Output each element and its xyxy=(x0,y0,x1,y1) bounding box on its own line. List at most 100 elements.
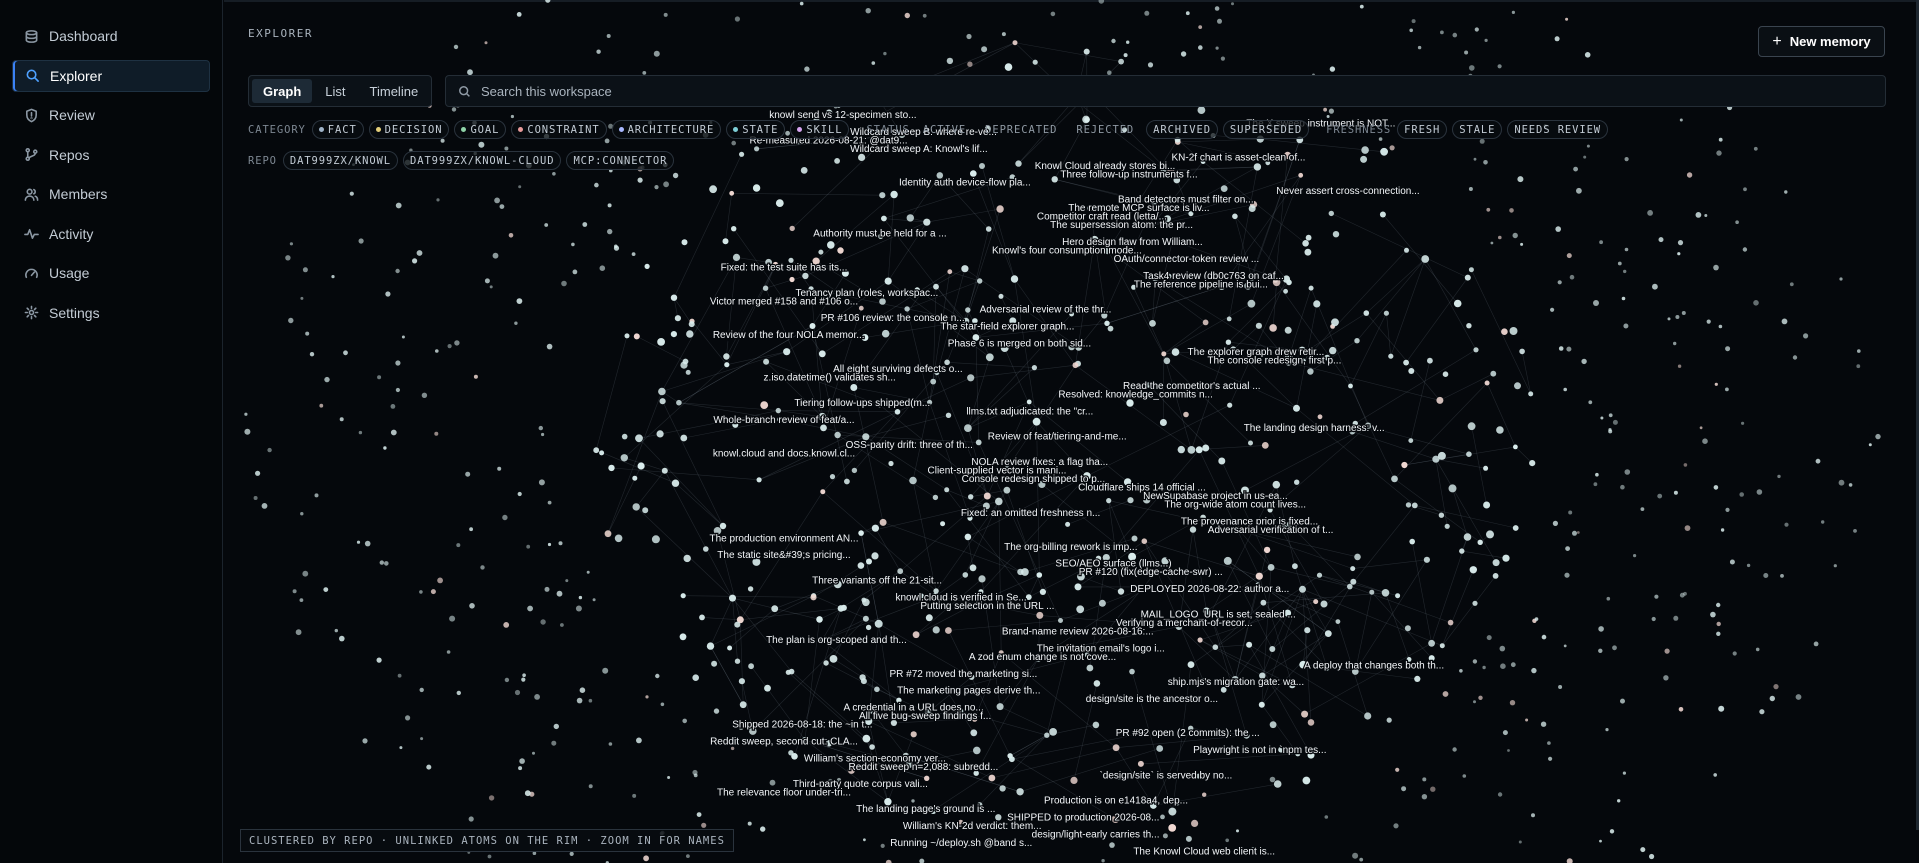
graph-node-label[interactable]: Authority must be held for a ... xyxy=(812,227,948,241)
graph-node[interactable] xyxy=(1513,444,1518,450)
graph-node[interactable] xyxy=(1583,155,1587,159)
graph-node[interactable] xyxy=(1588,400,1593,405)
graph-node[interactable] xyxy=(1220,185,1228,193)
graph-node[interactable] xyxy=(1517,176,1524,183)
graph-node[interactable] xyxy=(1572,530,1577,536)
graph-node[interactable] xyxy=(469,603,475,609)
graph-node[interactable] xyxy=(1442,371,1449,378)
graph-node-label[interactable]: All five bug-sweep findings f... xyxy=(858,710,993,724)
graph-node[interactable] xyxy=(602,667,609,674)
graph-node[interactable] xyxy=(1565,546,1570,551)
graph-node[interactable] xyxy=(754,146,760,152)
graph-node[interactable] xyxy=(658,387,666,396)
graph-node[interactable] xyxy=(1675,315,1680,319)
graph-node[interactable] xyxy=(1168,824,1177,832)
graph-node[interactable] xyxy=(683,554,691,563)
graph-node[interactable] xyxy=(1718,324,1723,329)
graph-node[interactable] xyxy=(1518,840,1522,844)
graph-node[interactable] xyxy=(659,398,666,405)
graph-node[interactable] xyxy=(1472,600,1478,606)
graph-node[interactable] xyxy=(1248,440,1253,446)
graph-node[interactable] xyxy=(682,718,687,724)
graph-node[interactable] xyxy=(607,203,612,208)
graph-node[interactable] xyxy=(871,552,879,560)
graph-node[interactable] xyxy=(255,470,261,476)
graph-node[interactable] xyxy=(1217,18,1222,24)
graph-node[interactable] xyxy=(1621,296,1626,301)
graph-node[interactable] xyxy=(1512,232,1518,239)
graph-node[interactable] xyxy=(1304,627,1311,634)
sidebar-item-usage[interactable]: Usage xyxy=(12,257,210,289)
graph-node[interactable] xyxy=(1421,255,1430,263)
graph-node[interactable] xyxy=(894,409,901,415)
graph-node[interactable] xyxy=(593,447,600,454)
graph-node[interactable] xyxy=(651,535,660,544)
graph-node[interactable] xyxy=(809,323,816,329)
graph-node[interactable] xyxy=(731,226,737,232)
graph-node[interactable] xyxy=(1307,368,1314,375)
graph-node-label[interactable]: Never assert cross-connection... xyxy=(1275,185,1421,199)
new-memory-button[interactable]: + New memory xyxy=(1758,26,1885,57)
graph-node[interactable] xyxy=(599,450,605,456)
graph-node-label[interactable]: The landing design harness: v... xyxy=(1242,422,1386,436)
graph-node[interactable] xyxy=(541,432,545,437)
graph-node[interactable] xyxy=(1361,146,1369,154)
graph-node[interactable] xyxy=(502,514,508,521)
status-chip-archived[interactable]: ARCHIVED xyxy=(1146,120,1218,139)
graph-node[interactable] xyxy=(358,238,364,244)
graph-node[interactable] xyxy=(1725,387,1729,392)
graph-node[interactable] xyxy=(469,527,473,532)
graph-node[interactable] xyxy=(1658,237,1664,243)
graph-node[interactable] xyxy=(390,429,397,436)
graph-node[interactable] xyxy=(674,315,681,322)
graph-node[interactable] xyxy=(547,500,552,505)
graph-node[interactable] xyxy=(1564,572,1570,578)
graph-node[interactable] xyxy=(636,737,642,744)
graph-node[interactable] xyxy=(632,475,638,481)
graph-node[interactable] xyxy=(930,378,937,385)
graph-node[interactable] xyxy=(395,268,400,274)
graph-node[interactable] xyxy=(1112,744,1120,752)
graph-node[interactable] xyxy=(1026,399,1032,405)
graph-node[interactable] xyxy=(1058,618,1063,623)
graph-node[interactable] xyxy=(1354,338,1360,344)
graph-node[interactable] xyxy=(1202,444,1210,452)
graph-node-label[interactable]: Reddit sweep n=2,088: subredd... xyxy=(847,761,999,775)
graph-node[interactable] xyxy=(1050,11,1056,17)
graph-node[interactable] xyxy=(1404,247,1409,253)
graph-node[interactable] xyxy=(660,702,665,707)
graph-node[interactable] xyxy=(747,821,752,826)
graph-node[interactable] xyxy=(624,333,630,339)
graph-node[interactable] xyxy=(349,191,354,196)
graph-node[interactable] xyxy=(1741,421,1745,425)
category-chip-decision[interactable]: DECISION xyxy=(368,120,450,139)
graph-node[interactable] xyxy=(1380,147,1388,156)
graph-node[interactable] xyxy=(1191,819,1199,828)
graph-node[interactable] xyxy=(995,814,1002,821)
graph-node[interactable] xyxy=(967,374,975,382)
graph-node[interactable] xyxy=(1010,275,1019,283)
graph-node[interactable] xyxy=(981,46,988,53)
graph-node[interactable] xyxy=(1427,357,1433,364)
graph-node[interactable] xyxy=(1502,730,1508,736)
graph-node[interactable] xyxy=(1704,214,1708,217)
graph-node[interactable] xyxy=(799,1,804,6)
graph-node[interactable] xyxy=(540,619,546,625)
graph-node[interactable] xyxy=(1430,786,1436,792)
graph-node[interactable] xyxy=(692,674,699,681)
graph-node[interactable] xyxy=(1467,422,1476,431)
graph-node[interactable] xyxy=(1462,774,1467,778)
graph-node[interactable] xyxy=(1180,51,1187,57)
graph-node[interactable] xyxy=(534,694,540,700)
graph-node[interactable] xyxy=(412,258,418,264)
graph-node[interactable] xyxy=(1299,585,1306,593)
graph-node[interactable] xyxy=(1541,634,1547,640)
graph-node[interactable] xyxy=(1226,316,1232,322)
graph-node[interactable] xyxy=(661,467,668,474)
graph-node[interactable] xyxy=(1595,472,1599,477)
graph-node[interactable] xyxy=(1070,776,1078,785)
graph-node[interactable] xyxy=(1302,776,1311,785)
graph-node[interactable] xyxy=(1359,4,1364,9)
graph-node[interactable] xyxy=(1212,644,1219,650)
graph-node[interactable] xyxy=(1409,28,1413,33)
